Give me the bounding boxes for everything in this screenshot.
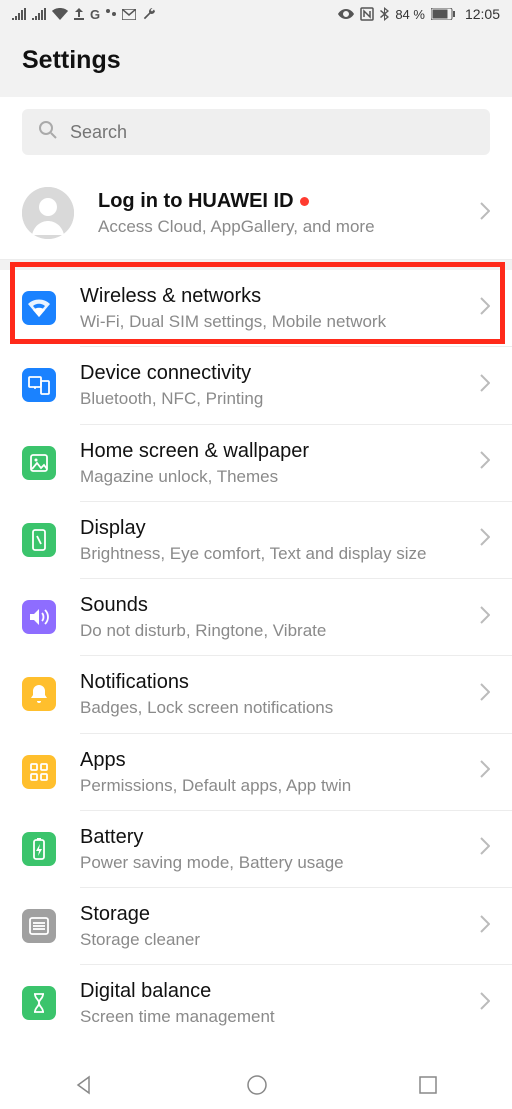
row-storage[interactable]: Storage Storage cleaner <box>0 888 512 964</box>
bell-icon <box>22 677 56 711</box>
eye-icon <box>338 9 354 19</box>
nav-back-button[interactable] <box>74 1074 96 1096</box>
nav-recent-button[interactable] <box>418 1075 438 1095</box>
row-body: Storage Storage cleaner <box>80 902 472 950</box>
list-title: Wireless & networks <box>80 284 472 309</box>
page-title: Settings <box>22 46 490 75</box>
huawei-text: Log in to HUAWEI ID Access Cloud, AppGal… <box>98 189 472 237</box>
row-device-connectivity[interactable]: Device connectivity Bluetooth, NFC, Prin… <box>0 347 512 423</box>
huawei-title-text: Log in to HUAWEI ID <box>98 190 294 212</box>
g-icon: G <box>90 7 100 22</box>
huawei-title: Log in to HUAWEI ID <box>98 189 472 214</box>
list-subtitle: Wi-Fi, Dual SIM settings, Mobile network <box>80 311 472 332</box>
list-subtitle: Brightness, Eye comfort, Text and displa… <box>80 543 472 564</box>
row-body: Apps Permissions, Default apps, App twin <box>80 748 472 796</box>
bluetooth-icon <box>380 7 389 21</box>
upload-icon <box>74 8 84 20</box>
huawei-subtitle: Access Cloud, AppGallery, and more <box>98 216 472 237</box>
status-right: 84 % 12:05 <box>338 6 500 22</box>
list-subtitle: Badges, Lock screen notifications <box>80 697 472 718</box>
nav-home-button[interactable] <box>245 1073 269 1097</box>
connectivity-icon <box>22 368 56 402</box>
chevron-right-icon <box>480 606 490 629</box>
search-box[interactable] <box>22 109 490 155</box>
signal-icon-2 <box>32 8 46 20</box>
row-wireless-networks[interactable]: Wireless & networks Wi-Fi, Dual SIM sett… <box>0 270 512 346</box>
list-title: Display <box>80 516 472 541</box>
list-subtitle: Screen time management <box>80 1006 472 1027</box>
nav-bar <box>0 1061 512 1109</box>
row-body: Sounds Do not disturb, Ringtone, Vibrate <box>80 593 472 641</box>
storage-icon <box>22 909 56 943</box>
mail-icon <box>122 9 136 20</box>
list-title: Notifications <box>80 670 472 695</box>
row-body: Notifications Badges, Lock screen notifi… <box>80 670 472 718</box>
avatar <box>22 187 74 239</box>
list-title: Home screen & wallpaper <box>80 439 472 464</box>
wireless-icon <box>22 291 56 325</box>
settings-list: Wireless & networks Wi-Fi, Dual SIM sett… <box>0 270 512 1042</box>
row-body: Display Brightness, Eye comfort, Text an… <box>80 516 472 564</box>
row-digital-balance[interactable]: Digital balance Screen time management <box>0 965 512 1041</box>
status-bar: G 84 % 12:05 <box>0 0 512 28</box>
huawei-id-row[interactable]: Log in to HUAWEI ID Access Cloud, AppGal… <box>0 169 512 260</box>
chevron-right-icon <box>480 297 490 320</box>
list-subtitle: Storage cleaner <box>80 929 472 950</box>
notification-dot-icon <box>300 197 309 206</box>
nfc-icon <box>360 7 374 21</box>
row-body: Battery Power saving mode, Battery usage <box>80 825 472 873</box>
row-notifications[interactable]: Notifications Badges, Lock screen notifi… <box>0 656 512 732</box>
row-body: Device connectivity Bluetooth, NFC, Prin… <box>80 361 472 409</box>
list-title: Storage <box>80 902 472 927</box>
list-subtitle: Magazine unlock, Themes <box>80 466 472 487</box>
list-subtitle: Permissions, Default apps, App twin <box>80 775 472 796</box>
section-gap <box>0 260 512 270</box>
battery-icon <box>431 8 455 20</box>
row-battery[interactable]: Battery Power saving mode, Battery usage <box>0 811 512 887</box>
search-icon <box>38 120 58 145</box>
list-title: Sounds <box>80 593 472 618</box>
row-body: Wireless & networks Wi-Fi, Dual SIM sett… <box>80 284 472 332</box>
status-left: G <box>12 7 156 22</box>
row-display[interactable]: Display Brightness, Eye comfort, Text an… <box>0 502 512 578</box>
battery-icon <box>22 832 56 866</box>
hourglass-icon <box>22 986 56 1020</box>
list-title: Apps <box>80 748 472 773</box>
dots-icon <box>106 9 116 19</box>
chevron-right-icon <box>480 992 490 1015</box>
sound-icon <box>22 600 56 634</box>
header: Settings <box>0 28 512 97</box>
row-apps[interactable]: Apps Permissions, Default apps, App twin <box>0 734 512 810</box>
row-body: Home screen & wallpaper Magazine unlock,… <box>80 439 472 487</box>
search-input[interactable] <box>70 122 474 143</box>
row-home-wallpaper[interactable]: Home screen & wallpaper Magazine unlock,… <box>0 425 512 501</box>
chevron-right-icon <box>480 760 490 783</box>
display-icon <box>22 523 56 557</box>
apps-icon <box>22 755 56 789</box>
wifi-icon <box>52 8 68 20</box>
clock: 12:05 <box>465 6 500 22</box>
list-subtitle: Bluetooth, NFC, Printing <box>80 388 472 409</box>
chevron-right-icon <box>480 202 490 225</box>
wrench-icon <box>142 7 156 21</box>
row-body: Digital balance Screen time management <box>80 979 472 1027</box>
list-title: Battery <box>80 825 472 850</box>
battery-percent: 84 % <box>395 7 425 22</box>
chevron-right-icon <box>480 374 490 397</box>
chevron-right-icon <box>480 915 490 938</box>
list-title: Device connectivity <box>80 361 472 386</box>
chevron-right-icon <box>480 683 490 706</box>
search-container <box>0 97 512 169</box>
list-subtitle: Do not disturb, Ringtone, Vibrate <box>80 620 472 641</box>
list-title: Digital balance <box>80 979 472 1004</box>
chevron-right-icon <box>480 528 490 551</box>
chevron-right-icon <box>480 451 490 474</box>
wallpaper-icon <box>22 446 56 480</box>
signal-icon <box>12 8 26 20</box>
list-subtitle: Power saving mode, Battery usage <box>80 852 472 873</box>
row-sounds[interactable]: Sounds Do not disturb, Ringtone, Vibrate <box>0 579 512 655</box>
chevron-right-icon <box>480 837 490 860</box>
